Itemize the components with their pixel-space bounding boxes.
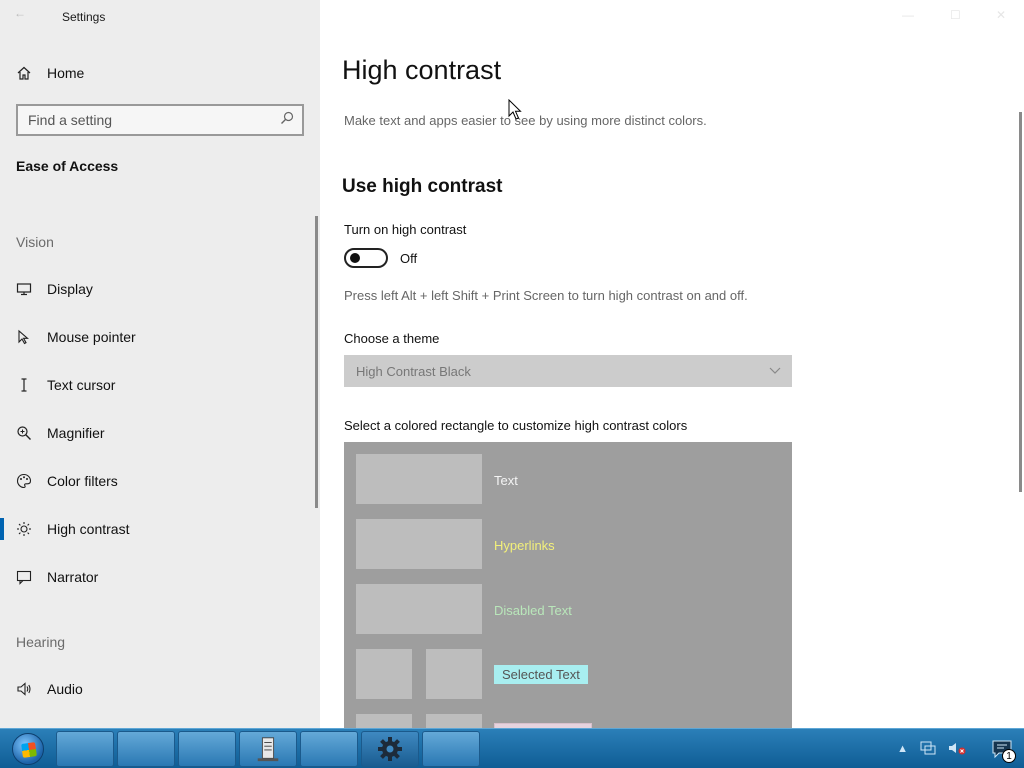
tray-overflow-chevron-icon[interactable]: ▲ (897, 743, 908, 755)
sidebar-item-magnifier[interactable]: Magnifier (0, 413, 320, 453)
app-title: Settings (62, 10, 106, 24)
color-customization-panel: Text Hyperlinks Disabled Text Selected T… (344, 442, 792, 728)
button-text-foreground-swatch[interactable] (356, 714, 412, 728)
windows-logo-icon (12, 732, 44, 765)
theme-dropdown[interactable]: High Contrast Black (344, 355, 792, 387)
toggle-knob (350, 253, 360, 263)
text-color-label: Text (494, 473, 518, 488)
sidebar-item-display[interactable]: Display (0, 269, 320, 309)
taskbar-app-server[interactable] (239, 730, 297, 767)
taskbar-app-button[interactable] (178, 730, 236, 767)
main-scrollbar[interactable] (1019, 112, 1022, 492)
maximize-button[interactable]: ☐ (950, 8, 961, 22)
home-icon (0, 65, 47, 81)
sun-icon (0, 521, 47, 537)
sidebar-item-color-filters[interactable]: Color filters (0, 461, 320, 501)
selected-text-color-label: Selected Text (494, 665, 588, 684)
action-center-button[interactable]: 1 (990, 737, 1016, 763)
sidebar-item-label: Magnifier (47, 425, 105, 441)
mouse-pointer-icon (0, 329, 47, 345)
system-tray: ▲ 1 (891, 729, 1024, 768)
toggle-state-text: Off (400, 251, 418, 266)
gear-icon (378, 736, 402, 761)
sidebar-item-home[interactable]: Home (0, 53, 320, 93)
sidebar-item-label: Narrator (47, 569, 99, 585)
taskbar-app-button[interactable] (117, 730, 175, 767)
sidebar-item-label: Color filters (47, 473, 118, 489)
speaker-icon (0, 681, 47, 697)
sidebar-item-label: Mouse pointer (47, 329, 136, 345)
server-icon (257, 736, 279, 761)
high-contrast-toggle[interactable] (344, 248, 388, 268)
shortcut-hint: Press left Alt + left Shift + Print Scre… (344, 288, 748, 303)
magnifier-icon (0, 425, 47, 441)
sidebar-item-mouse-pointer[interactable]: Mouse pointer (0, 317, 320, 357)
text-cursor-icon (0, 377, 47, 393)
sidebar-item-label: Display (47, 281, 93, 297)
sidebar-item-label: Text cursor (47, 377, 116, 393)
sidebar-item-narrator[interactable]: Narrator (0, 557, 320, 597)
search-icon[interactable] (280, 111, 294, 130)
taskbar-app-button[interactable] (300, 730, 358, 767)
taskbar-app-button[interactable] (56, 730, 114, 767)
hyperlinks-color-swatch[interactable] (356, 519, 482, 569)
use-high-contrast-heading: Use high contrast (342, 176, 503, 197)
selected-text-foreground-swatch[interactable] (356, 649, 412, 699)
section-vision: Vision (16, 234, 54, 250)
network-icon[interactable] (920, 741, 936, 758)
toggle-label: Turn on high contrast (344, 222, 467, 237)
search-box (16, 104, 304, 136)
section-hearing: Hearing (16, 634, 66, 650)
narrator-icon (0, 569, 47, 585)
close-button[interactable]: ✕ (996, 8, 1006, 22)
taskbar-app-settings[interactable] (361, 730, 419, 767)
minimize-button[interactable]: — (902, 8, 914, 22)
sidebar-item-label: Home (47, 65, 85, 81)
selected-text-background-swatch[interactable] (426, 649, 482, 699)
page-title: High contrast (342, 55, 502, 85)
settings-sidebar: ← Settings Home Ease of Access Vision Di… (0, 0, 320, 728)
taskbar: ▲ 1 (0, 728, 1024, 768)
colors-label: Select a colored rectangle to customize … (344, 418, 688, 433)
category-heading: Ease of Access (16, 158, 119, 174)
theme-selected-value: High Contrast Black (356, 363, 471, 379)
theme-label: Choose a theme (344, 331, 440, 346)
palette-icon (0, 473, 47, 489)
main-content: — ☐ ✕ High contrast Make text and apps e… (320, 0, 1024, 728)
sidebar-item-label: Audio (47, 681, 83, 697)
sidebar-item-high-contrast[interactable]: High contrast (0, 509, 320, 549)
sidebar-item-text-cursor[interactable]: Text cursor (0, 365, 320, 405)
button-text-background-swatch[interactable] (426, 714, 482, 728)
chevron-down-icon (768, 363, 782, 380)
back-arrow-icon[interactable]: ← (14, 6, 26, 20)
sidebar-scrollbar[interactable] (315, 216, 318, 508)
text-color-swatch[interactable] (356, 454, 482, 504)
taskbar-app-button[interactable] (422, 730, 480, 767)
notification-count-badge: 1 (1002, 749, 1016, 763)
disabled-text-color-swatch[interactable] (356, 584, 482, 634)
start-button[interactable] (0, 729, 56, 768)
disabled-text-color-label: Disabled Text (494, 603, 572, 618)
hyperlinks-color-label: Hyperlinks (494, 538, 555, 553)
page-description: Make text and apps easier to see by usin… (344, 113, 707, 128)
sidebar-item-audio[interactable]: Audio (0, 669, 320, 709)
search-input[interactable] (28, 112, 280, 128)
volume-muted-icon[interactable] (948, 741, 966, 758)
mouse-cursor-icon (508, 99, 522, 120)
monitor-icon (0, 281, 47, 297)
sidebar-item-label: High contrast (47, 521, 130, 537)
